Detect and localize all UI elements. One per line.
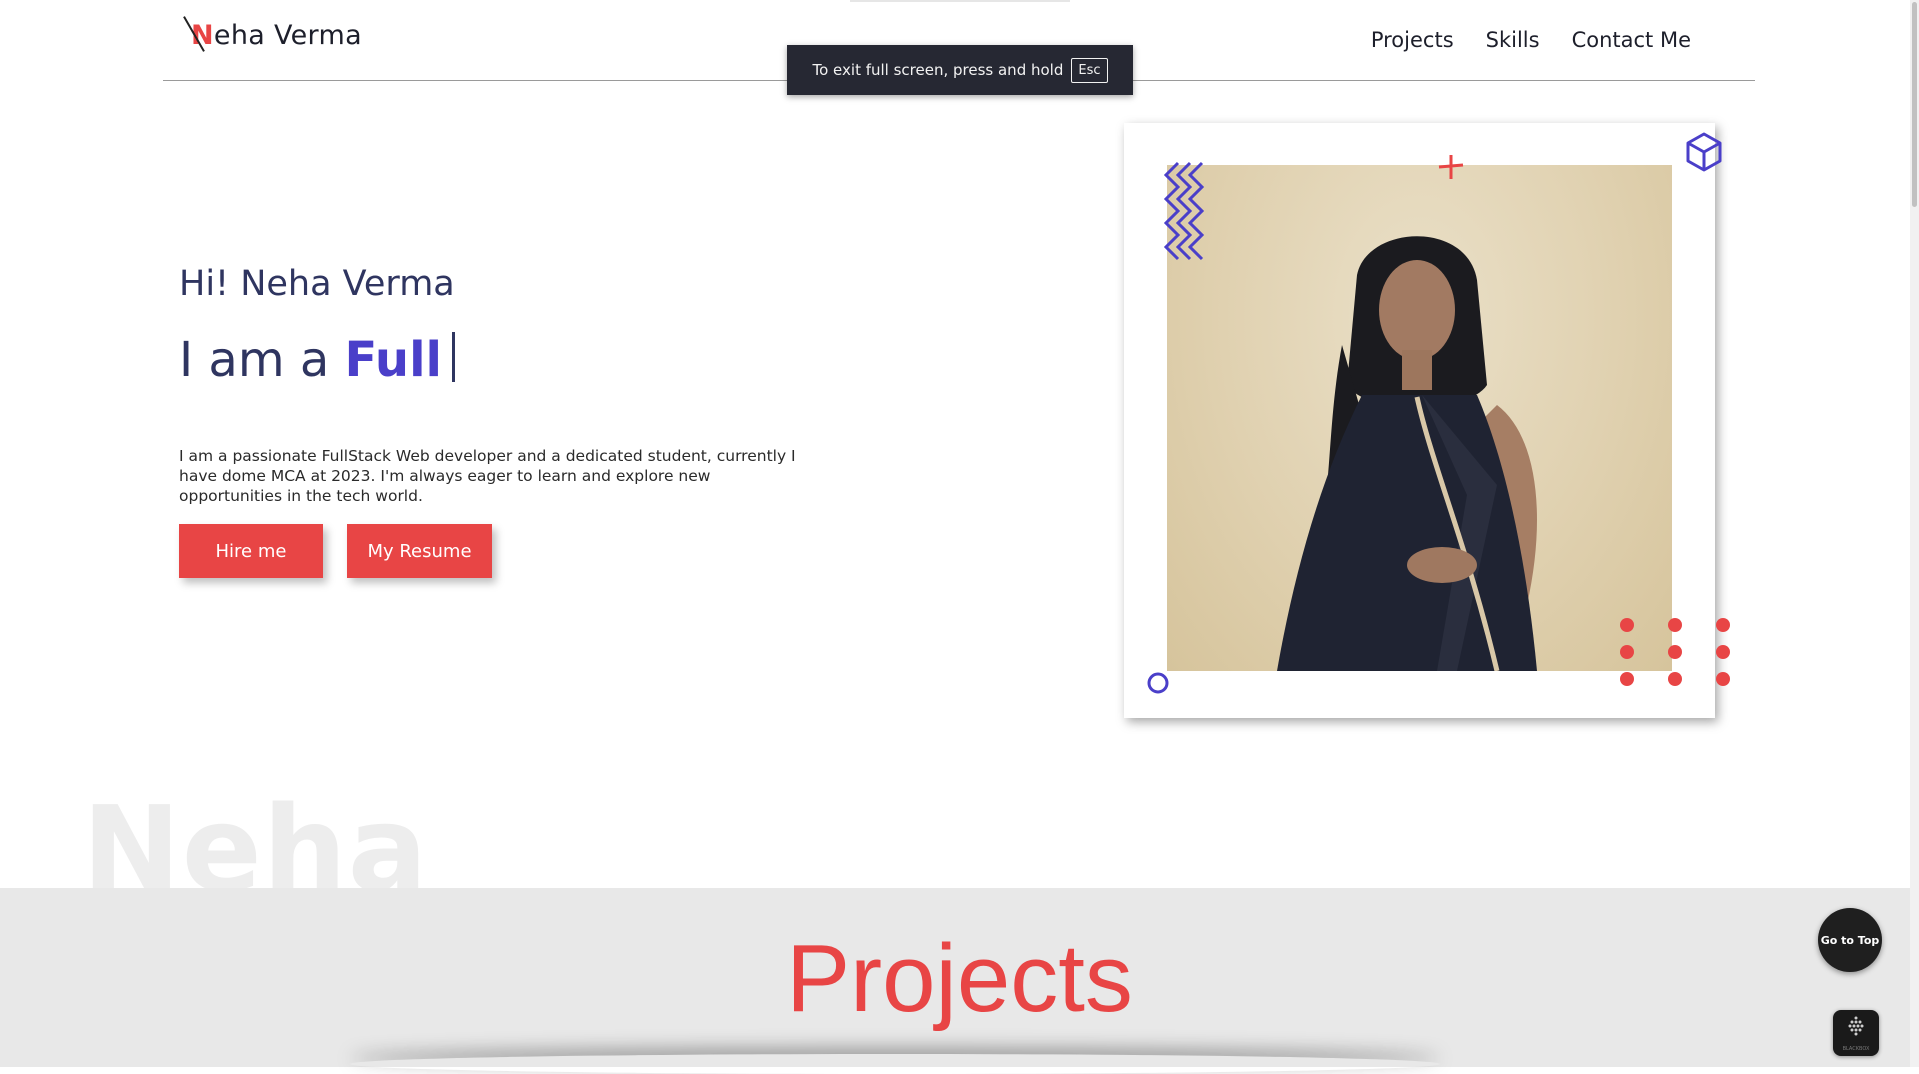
main-nav: Projects Skills Contact Me <box>1371 28 1691 52</box>
toast-message: To exit full screen, press and hold <box>812 61 1064 79</box>
dots-pattern <box>1620 618 1730 686</box>
scrollbar-thumb[interactable] <box>1912 2 1917 207</box>
esc-key-badge: Esc <box>1071 57 1108 83</box>
hero-about: I am a passionate FullStack Web develope… <box>179 446 796 505</box>
projects-section: Projects <box>0 888 1919 1067</box>
role-prefix: I am a <box>179 332 330 388</box>
project-card-edge <box>350 1054 1440 1074</box>
logo-text: eha Verma <box>213 20 362 51</box>
zigzag-icon <box>1164 161 1205 261</box>
blackbox-logo-icon <box>1848 1016 1864 1036</box>
projects-heading: Projects <box>786 925 1133 1032</box>
nav-contact[interactable]: Contact Me <box>1572 28 1691 52</box>
go-to-top-button[interactable]: Go to Top <box>1818 908 1882 972</box>
nav-skills[interactable]: Skills <box>1486 28 1540 52</box>
blackbox-label: BLACKBOX <box>1842 1046 1870 1052</box>
role-typed-text: Full <box>344 332 443 388</box>
site-logo[interactable]: Neha Verma <box>191 20 362 51</box>
circle-icon <box>1147 672 1169 694</box>
logo-initial: N <box>191 20 214 51</box>
cube-icon <box>1686 132 1722 172</box>
hero-greeting: Hi! Neha Verma <box>179 264 455 304</box>
profile-photo <box>1167 165 1672 671</box>
blackbox-extension-button[interactable]: BLACKBOX <box>1833 1010 1879 1056</box>
nav-projects[interactable]: Projects <box>1371 28 1454 52</box>
typing-cursor <box>452 332 456 382</box>
page-scrollbar[interactable] <box>1910 0 1919 1067</box>
plus-icon <box>1438 155 1464 179</box>
hire-me-button[interactable]: Hire me <box>179 524 323 578</box>
hero-role: I am a Full <box>179 332 456 388</box>
fullscreen-exit-toast: To exit full screen, press and hold Esc <box>787 45 1133 95</box>
my-resume-button[interactable]: My Resume <box>347 524 492 578</box>
profile-card <box>1124 123 1730 718</box>
